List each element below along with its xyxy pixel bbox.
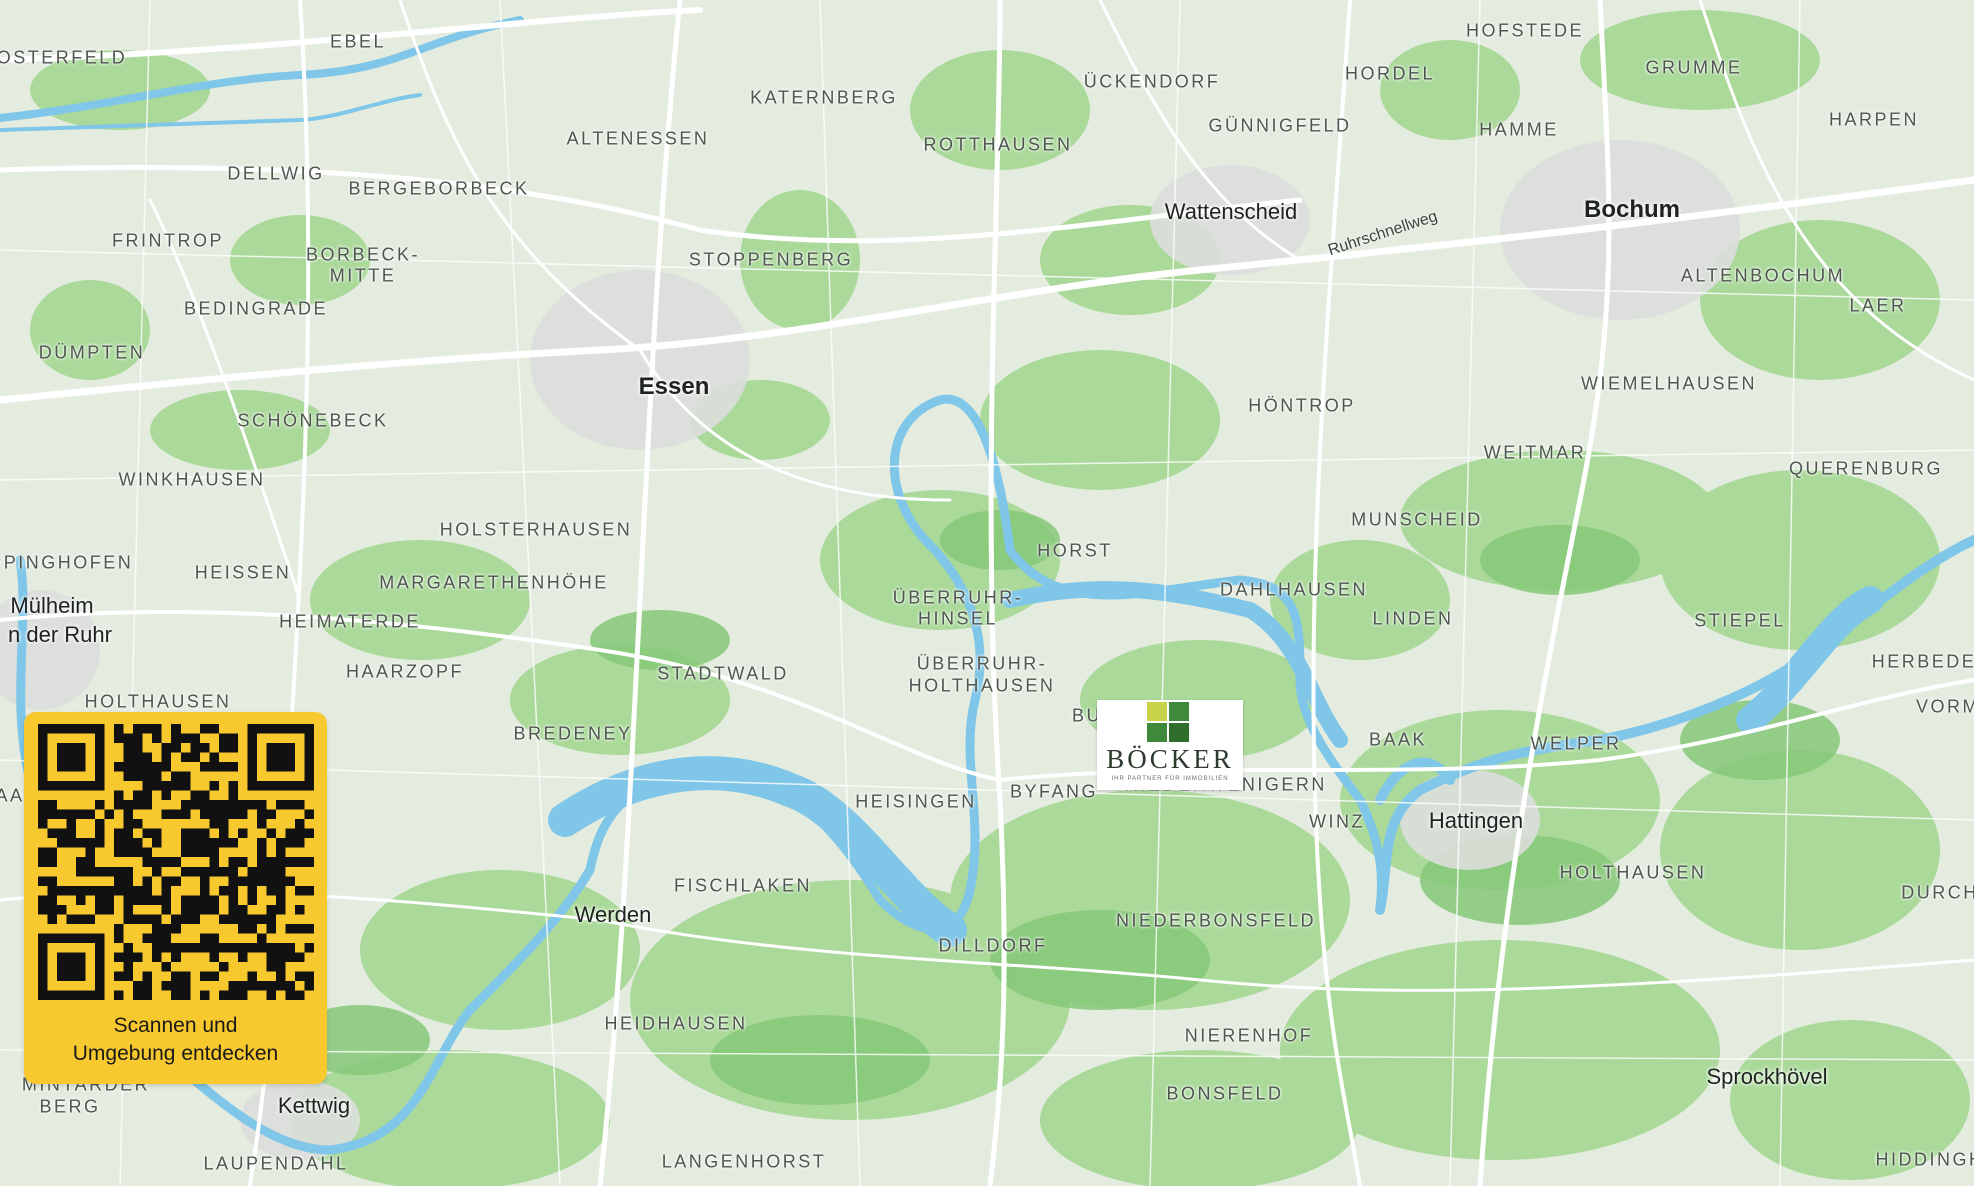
place-label: FRINTROP xyxy=(112,230,224,251)
place-label: DILLDORF xyxy=(938,935,1048,956)
logo-icon xyxy=(1147,702,1189,742)
place-label: BERGEBORBECK xyxy=(348,178,530,199)
place-label: HEISSEN xyxy=(194,562,292,583)
place-label: STOPPENBERG xyxy=(688,249,854,270)
place-label: HORST xyxy=(1037,540,1113,561)
place-label: HOLSTERHAUSEN xyxy=(439,519,633,540)
place-label: BONSFELD xyxy=(1166,1083,1284,1104)
place-label: MITTE xyxy=(329,265,397,286)
place-label: WINZ xyxy=(1309,811,1365,832)
marker-name: BÖCKER xyxy=(1106,744,1234,774)
place-label: NIEDERBONSFELD xyxy=(1115,910,1317,931)
place-label: MUNSCHEID xyxy=(1351,509,1483,530)
place-label: HAMME xyxy=(1479,119,1559,140)
place-label: ÜBERRUHR- xyxy=(892,587,1024,608)
place-label: DELLWIG xyxy=(227,163,325,184)
place-label: BEDINGRADE xyxy=(183,298,329,319)
place-label: HOLTHAUSEN xyxy=(1559,862,1707,883)
place-label: EBEL xyxy=(329,31,387,52)
place-label: LAER xyxy=(1849,295,1907,316)
place-label: EPPINGHOFEN xyxy=(0,552,134,573)
place-label: ALTENESSEN xyxy=(566,128,710,149)
place-label: ÜCKENDORF xyxy=(1083,71,1221,92)
place-label: LANGENHORST xyxy=(661,1151,827,1172)
city-label: Essen xyxy=(638,373,710,400)
place-label: DÜMPTEN xyxy=(38,342,146,363)
place-label: AA xyxy=(0,785,25,806)
place-label: HOLTHAUSEN xyxy=(908,675,1056,696)
marker-tagline: IHR PARTNER FÜR IMMOBILIEN xyxy=(1111,776,1229,782)
place-label: DURCH xyxy=(1901,882,1974,903)
place-label: HIDDINGH xyxy=(1875,1149,1974,1170)
place-label: ALTENBOCHUM xyxy=(1680,265,1846,286)
place-label: HOLTHAUSEN xyxy=(84,691,232,712)
qr-caption-line-2: Umgebung entdecken xyxy=(72,1042,279,1065)
place-label: STIEPEL xyxy=(1694,610,1786,631)
town-label: Wattenscheid xyxy=(1164,199,1298,224)
city-label: Bochum xyxy=(1584,196,1680,223)
place-label: HARPEN xyxy=(1828,109,1920,130)
place-label: KATERNBERG xyxy=(750,87,898,108)
town-label: Hattingen xyxy=(1428,808,1524,833)
place-label: WEITMAR xyxy=(1483,442,1587,463)
qr-caption: Scannen und Umgebung entdecken xyxy=(24,1012,327,1068)
place-label: WIEMELHAUSEN xyxy=(1580,373,1758,394)
place-label: ÜBERRUHR- xyxy=(916,653,1048,674)
qr-card[interactable]: Scannen und Umgebung entdecken xyxy=(24,712,327,1084)
qr-caption-line-1: Scannen und xyxy=(113,1014,238,1037)
place-label: HORDEL xyxy=(1344,63,1436,84)
place-label: HEIMATERDE xyxy=(279,611,421,632)
place-label: HOFSTEDE xyxy=(1465,20,1585,41)
place-label: BREDENEY xyxy=(513,723,633,744)
qr-code-icon xyxy=(38,724,314,1000)
place-label: QUERENBURG xyxy=(1788,458,1944,479)
place-label: NIERENHOF xyxy=(1184,1025,1314,1046)
place-label: WELPER xyxy=(1530,733,1622,754)
place-label: BORBECK- xyxy=(305,244,421,265)
place-label: BAAK xyxy=(1368,729,1428,750)
place-label: LAUPENDAHL xyxy=(203,1153,349,1174)
place-label: WINKHAUSEN xyxy=(118,469,266,490)
town-label: Kettwig xyxy=(277,1093,351,1118)
place-label: VORM xyxy=(1916,696,1974,717)
property-marker[interactable]: BÖCKER IHR PARTNER FÜR IMMOBILIEN xyxy=(1097,700,1243,790)
place-label: FISCHLAKEN xyxy=(673,875,813,896)
town-label: Sprockhövel xyxy=(1706,1064,1828,1089)
town-label: n der Ruhr xyxy=(8,622,112,647)
town-label: Werden xyxy=(574,902,652,927)
place-label: GRUMME xyxy=(1645,57,1743,78)
place-label: BERG xyxy=(39,1096,101,1117)
map-canvas[interactable]: OSTERFELD EBEL KATERNBERG ALTENESSEN DEL… xyxy=(0,0,1974,1186)
place-label: DAHLHAUSEN xyxy=(1219,579,1369,600)
town-label: Mülheim xyxy=(10,593,94,618)
place-label: MARGARETHENHÖHE xyxy=(379,572,609,593)
place-label: BYFANG xyxy=(1009,781,1099,802)
place-label: HAARZOPF xyxy=(345,661,465,682)
place-label: ROTTHAUSEN xyxy=(923,134,1073,155)
place-label: HEISINGEN xyxy=(855,791,977,812)
place-label: STADTWALD xyxy=(657,663,789,684)
place-label: GÜNNIGFELD xyxy=(1208,115,1352,136)
place-label: HERBEDE xyxy=(1871,651,1974,672)
place-label: HINSEL xyxy=(917,608,999,629)
place-label: HÖNTROP xyxy=(1248,395,1356,416)
place-label: SCHÖNEBECK xyxy=(237,410,389,431)
place-label: OSTERFELD xyxy=(0,47,128,68)
place-label: HEIDHAUSEN xyxy=(604,1013,748,1034)
place-label: LINDEN xyxy=(1372,608,1454,629)
